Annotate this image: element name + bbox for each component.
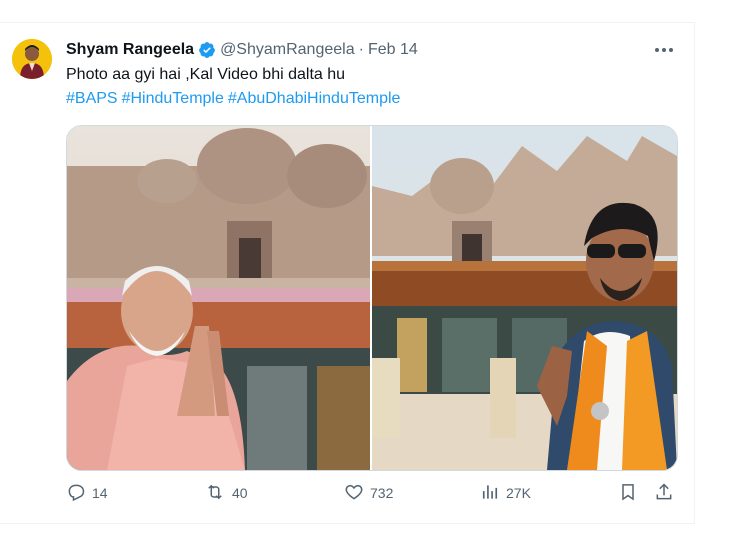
tweet-text: Photo aa gyi hai ,Kal Video bhi dalta hu… — [66, 63, 674, 111]
photo-temple-namaste[interactable] — [67, 126, 370, 470]
display-name[interactable]: Shyam Rangeela — [66, 41, 194, 59]
repost-icon — [204, 482, 232, 505]
tweet-card[interactable]: Shyam Rangeela @ShyamRangeela · Feb 14 P… — [0, 22, 695, 524]
hashtag-link[interactable]: #AbuDhabiHinduTemple — [228, 90, 401, 107]
reply-icon — [66, 482, 92, 505]
hashtag-link[interactable]: #BAPS — [66, 90, 118, 107]
verified-badge-icon — [198, 41, 216, 59]
bookmark-icon — [618, 482, 644, 505]
reply-button[interactable]: 14 — [66, 482, 108, 505]
share-button[interactable] — [654, 482, 680, 505]
like-count: 732 — [370, 485, 394, 501]
hashtag-list: #BAPS #HinduTemple #AbuDhabiHinduTemple — [66, 87, 674, 111]
tweet-media — [66, 125, 678, 471]
avatar[interactable] — [12, 39, 52, 79]
hashtag-link[interactable]: #HinduTemple — [122, 90, 224, 107]
reply-count: 14 — [92, 485, 108, 501]
handle[interactable]: @ShyamRangeela — [220, 41, 355, 59]
like-button[interactable]: 732 — [344, 482, 393, 505]
heart-icon — [344, 482, 370, 505]
tweet-header: Shyam Rangeela @ShyamRangeela · Feb 14 — [66, 39, 674, 61]
repost-button[interactable]: 40 — [204, 482, 248, 505]
views-button[interactable]: 27K — [480, 482, 531, 505]
tweet-body: Photo aa gyi hai ,Kal Video bhi dalta hu — [66, 66, 346, 83]
view-count: 27K — [506, 485, 531, 501]
more-dots-icon[interactable] — [652, 43, 676, 57]
action-bar: 14 40 732 27K — [66, 481, 676, 505]
repost-count: 40 — [232, 485, 248, 501]
bookmark-button[interactable] — [618, 482, 644, 505]
share-icon — [654, 482, 680, 505]
photo-temple-selfie[interactable] — [372, 126, 677, 470]
separator-dot: · — [358, 41, 364, 58]
tweet-date[interactable]: Feb 14 — [368, 41, 418, 59]
views-chart-icon — [480, 482, 506, 505]
